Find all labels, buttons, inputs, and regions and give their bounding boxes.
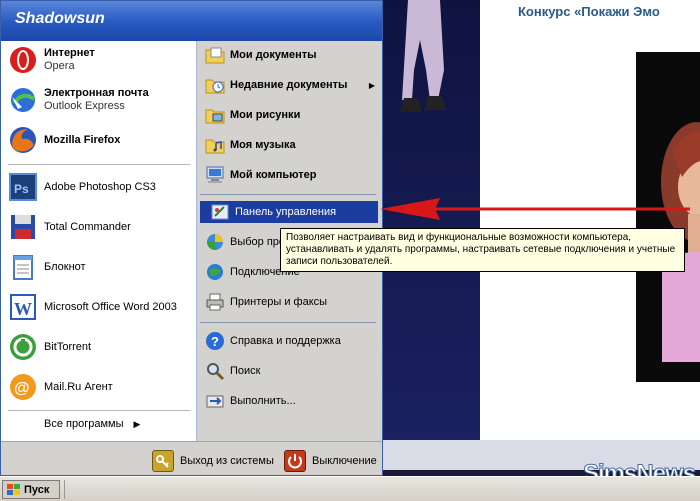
folder-pictures-icon: [205, 105, 225, 125]
pinned-item-title: Электронная почта: [44, 87, 149, 99]
power-icon: [284, 450, 306, 472]
total-commander-icon: [8, 212, 38, 242]
place-item-search[interactable]: Поиск: [205, 360, 377, 382]
place-item-recent-documents[interactable]: Недавние документы ▶: [205, 74, 377, 96]
place-item-help[interactable]: ? Справка и поддержка: [205, 330, 377, 352]
place-item-label: Моя музыка: [230, 139, 296, 151]
default-programs-icon: [205, 232, 225, 252]
word-icon: W: [8, 292, 38, 322]
pinned-item-title: Mozilla Firefox: [44, 133, 121, 146]
start-button[interactable]: Пуск: [2, 480, 60, 499]
folder-documents-icon: [205, 45, 225, 65]
recent-item-title: Adobe Photoshop CS3: [44, 180, 156, 193]
character-legs: [400, 0, 446, 112]
places-separator: [200, 194, 376, 195]
place-item-label: Мои рисунки: [230, 109, 301, 121]
help-icon: ?: [205, 331, 225, 351]
place-item-control-panel[interactable]: Панель управления: [200, 201, 378, 223]
recent-item-bittorrent[interactable]: BitTorrent: [8, 328, 193, 366]
pinned-item-email[interactable]: Электронная почта Outlook Express: [8, 81, 193, 119]
network-connections-icon: [205, 262, 225, 282]
taskbar: Пуск: [0, 476, 700, 501]
start-menu-header: Shadowsun: [1, 1, 382, 41]
svg-text:?: ?: [211, 334, 219, 349]
pinned-item-subtitle: Opera: [44, 60, 75, 72]
chevron-right-icon: ▶: [368, 80, 375, 90]
recent-item-title: Microsoft Office Word 2003: [44, 300, 177, 313]
computer-icon: [205, 165, 225, 185]
place-item-label: Поиск: [230, 365, 261, 377]
recent-item-word[interactable]: W Microsoft Office Word 2003: [8, 288, 193, 326]
pinned-item-subtitle: Outlook Express: [44, 100, 125, 112]
place-item-printers[interactable]: Принтеры и факсы: [205, 291, 377, 313]
recent-documents-icon: [205, 75, 225, 95]
logoff-button[interactable]: Выход из системы: [152, 450, 274, 472]
all-programs-label: Все программы: [44, 418, 124, 430]
pinned-item-internet[interactable]: Интернет Opera: [8, 41, 193, 79]
pinned-item-firefox[interactable]: Mozilla Firefox: [8, 121, 193, 159]
firefox-icon: [8, 125, 38, 155]
place-item-label: Недавние документы: [230, 79, 348, 91]
place-item-run[interactable]: Выполнить...: [205, 390, 377, 412]
character-portrait: [661, 122, 700, 362]
all-programs-separator: [8, 410, 190, 411]
place-item-my-documents[interactable]: Мои документы: [205, 44, 377, 66]
user-name: Shadowsun: [15, 10, 105, 27]
all-programs-button[interactable]: Все программы ▶: [44, 418, 140, 430]
recent-item-title: BitTorrent: [44, 340, 92, 353]
place-item-my-computer[interactable]: Мой компьютер: [205, 164, 377, 186]
recent-item-mailru[interactable]: @ Mail.Ru Агент: [8, 368, 193, 406]
place-item-my-music[interactable]: Моя музыка: [205, 134, 377, 156]
recent-item-notepad[interactable]: Блокнот: [8, 248, 193, 286]
place-item-label: Выполнить...: [230, 395, 296, 407]
svg-text:Ps: Ps: [14, 182, 29, 196]
start-label: Пуск: [24, 483, 50, 496]
notepad-icon: [8, 252, 38, 282]
logoff-label: Выход из системы: [180, 455, 274, 467]
places-separator: [200, 322, 376, 323]
control-panel-tooltip: Позволяет настраивать вид и функциональн…: [280, 228, 685, 272]
recent-item-photoshop[interactable]: Ps Adobe Photoshop CS3: [8, 168, 193, 206]
opera-icon: [8, 45, 38, 75]
control-panel-icon: [210, 202, 230, 222]
quick-launch-divider: [64, 480, 75, 499]
pinned-separator: [8, 164, 190, 165]
place-item-my-pictures[interactable]: Мои рисунки: [205, 104, 377, 126]
key-icon: [152, 450, 174, 472]
photoshop-icon: Ps: [8, 172, 38, 202]
search-icon: [205, 361, 225, 381]
place-item-label: Мои документы: [230, 49, 317, 61]
recent-item-totalcmd[interactable]: Total Commander: [8, 208, 193, 246]
windows-logo-icon: [7, 483, 21, 496]
recent-item-title: Блокнот: [44, 260, 86, 273]
pinned-item-title: Интернет: [44, 47, 95, 59]
shutdown-label: Выключение: [312, 455, 377, 467]
outlook-express-icon: [8, 85, 38, 115]
annotation-arrow: [380, 198, 690, 220]
svg-text:@: @: [14, 380, 30, 397]
svg-text:W: W: [14, 299, 32, 319]
place-item-label: Принтеры и факсы: [230, 296, 328, 308]
place-item-label: Справка и поддержка: [230, 335, 341, 347]
shutdown-button[interactable]: Выключение: [284, 450, 377, 472]
place-item-label: Мой компьютер: [230, 169, 317, 181]
folder-music-icon: [205, 135, 225, 155]
printer-icon: [205, 292, 225, 312]
place-item-label: Панель управления: [235, 206, 337, 218]
recent-item-title: Total Commander: [44, 220, 131, 233]
mailru-agent-icon: @: [8, 372, 38, 402]
page-title[interactable]: Конкурс «Покажи Эмо: [518, 4, 660, 19]
bittorrent-icon: [8, 332, 38, 362]
chevron-right-icon: ▶: [133, 418, 141, 429]
run-icon: [205, 391, 225, 411]
recent-item-title: Mail.Ru Агент: [44, 380, 113, 393]
